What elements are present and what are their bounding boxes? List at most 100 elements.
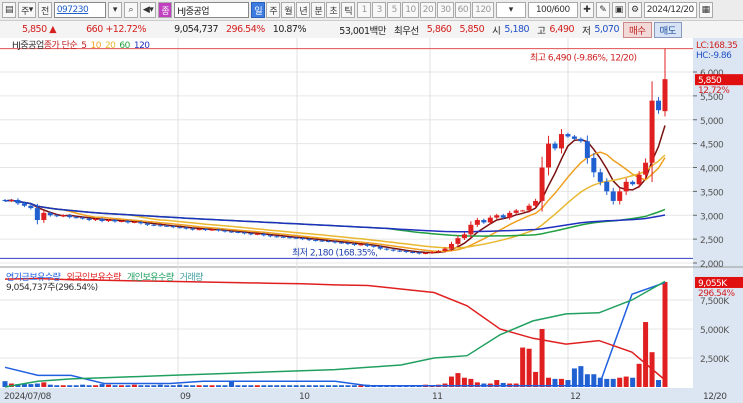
volume-bar: [183, 385, 189, 387]
period-tab[interactable]: 월: [281, 2, 296, 18]
price-tick: 4,500: [700, 141, 724, 151]
candle: [21, 203, 27, 206]
prev-button[interactable]: 전: [37, 2, 52, 18]
candle: [338, 242, 344, 244]
date-tick: 2024/07/08: [4, 392, 52, 402]
volume-value: 9,054,737: [174, 24, 218, 35]
sell-button[interactable]: 매도: [653, 21, 682, 38]
price-tick: 5,000: [700, 117, 724, 127]
candle: [228, 231, 234, 233]
quote-bar: 5,850 ▲ 660 +12.72% 9,054,737 296.54% 10…: [0, 20, 743, 38]
candle: [468, 224, 474, 235]
period-tab[interactable]: 주: [266, 2, 281, 18]
candle: [526, 205, 532, 211]
open-label: 시: [492, 25, 501, 37]
search-icon[interactable]: ⌕: [123, 2, 138, 18]
minute-tab[interactable]: 60: [454, 2, 472, 18]
volume-bar: [151, 385, 157, 387]
low-label: 저: [582, 25, 591, 37]
volume-bar: [313, 385, 319, 387]
price-chart[interactable]: 6,0005,5005,0004,5004,0003,5003,0002,500…: [0, 38, 743, 403]
trade-amount: 53,001백만: [339, 25, 387, 37]
candle: [591, 157, 597, 173]
volume-bar: [636, 363, 642, 387]
candle: [319, 240, 325, 242]
candle: [351, 243, 357, 245]
stock-code-input[interactable]: 097230: [53, 2, 106, 18]
candle: [300, 238, 306, 240]
draw-icon[interactable]: ✎: [595, 2, 610, 18]
volume-bar: [93, 385, 99, 387]
minute-tab[interactable]: 120: [472, 2, 494, 18]
candle: [34, 208, 40, 221]
candle: [8, 199, 14, 201]
candle: [15, 199, 21, 204]
candle: [546, 143, 552, 168]
volume-bar: [293, 385, 299, 387]
buy-button[interactable]: 매수: [623, 21, 652, 38]
candle: [170, 226, 176, 228]
minute-tab[interactable]: 3: [372, 2, 387, 18]
count-field[interactable]: 100/600: [527, 2, 578, 18]
volume-bar: [274, 385, 280, 387]
candle: [520, 210, 526, 212]
crosshair-icon[interactable]: ✚: [579, 2, 594, 18]
candle: [41, 212, 47, 221]
candle: [106, 220, 112, 222]
volume-bar: [67, 385, 73, 387]
candle: [662, 79, 668, 112]
candle: [60, 215, 66, 217]
candle: [287, 237, 293, 239]
unit-dropdown[interactable]: ▾: [495, 2, 526, 18]
candle: [151, 224, 157, 226]
volume-bar: [106, 384, 112, 387]
minute-tab[interactable]: 10: [402, 2, 419, 18]
minute-tab[interactable]: 30: [437, 2, 454, 18]
volume-bar: [455, 373, 461, 387]
stock-name-field[interactable]: HJ중공업: [174, 2, 250, 18]
volume-bar: [228, 381, 234, 387]
candle: [507, 212, 513, 218]
candle: [423, 252, 429, 254]
window-icon[interactable]: ▤: [2, 2, 17, 18]
minute-tab[interactable]: 5: [387, 2, 402, 18]
candle: [125, 220, 131, 223]
period-tab[interactable]: 분: [311, 2, 326, 18]
candle: [267, 235, 273, 237]
date-field[interactable]: 2024/12/20: [643, 2, 697, 18]
volume-bar: [539, 329, 545, 387]
period-tab[interactable]: 일: [251, 2, 266, 18]
gear-icon[interactable]: ⚙: [627, 2, 642, 18]
volume-bar: [656, 380, 662, 387]
high-label: 고: [537, 25, 546, 37]
calendar-icon[interactable]: ▦: [698, 2, 713, 18]
volume-bar: [41, 382, 47, 387]
volume-bar: [170, 385, 176, 387]
candle: [248, 233, 254, 235]
volume-bar: [526, 348, 532, 387]
period-tabs: 일주월년분초틱: [251, 2, 356, 18]
price-legend: HJ중공업종가 단순 5 10 20 60 120: [12, 40, 150, 51]
sound-icon[interactable]: ◀▾: [139, 2, 157, 18]
volume-bar: [196, 385, 202, 387]
period-select[interactable]: 주 ▾: [18, 2, 36, 18]
volume-bar: [164, 385, 170, 387]
period-tab[interactable]: 년: [296, 2, 311, 18]
candle: [649, 100, 655, 163]
price-tick: 3,000: [700, 212, 724, 222]
volume-bar: [662, 281, 668, 387]
minute-tab[interactable]: 20: [419, 2, 437, 18]
candle: [403, 251, 409, 253]
volume-bar: [254, 385, 260, 387]
volume-bar: [203, 385, 209, 387]
volume-bar: [604, 378, 610, 387]
candle: [118, 220, 124, 222]
minute-tab[interactable]: 1: [357, 2, 372, 18]
candle: [390, 249, 396, 251]
period-tab[interactable]: 초: [326, 2, 341, 18]
code-dropdown-icon[interactable]: ▾: [107, 2, 122, 18]
candle: [28, 205, 34, 209]
volume-bar: [630, 377, 636, 387]
period-tab[interactable]: 틱: [341, 2, 356, 18]
save-icon[interactable]: ▣: [611, 2, 626, 18]
